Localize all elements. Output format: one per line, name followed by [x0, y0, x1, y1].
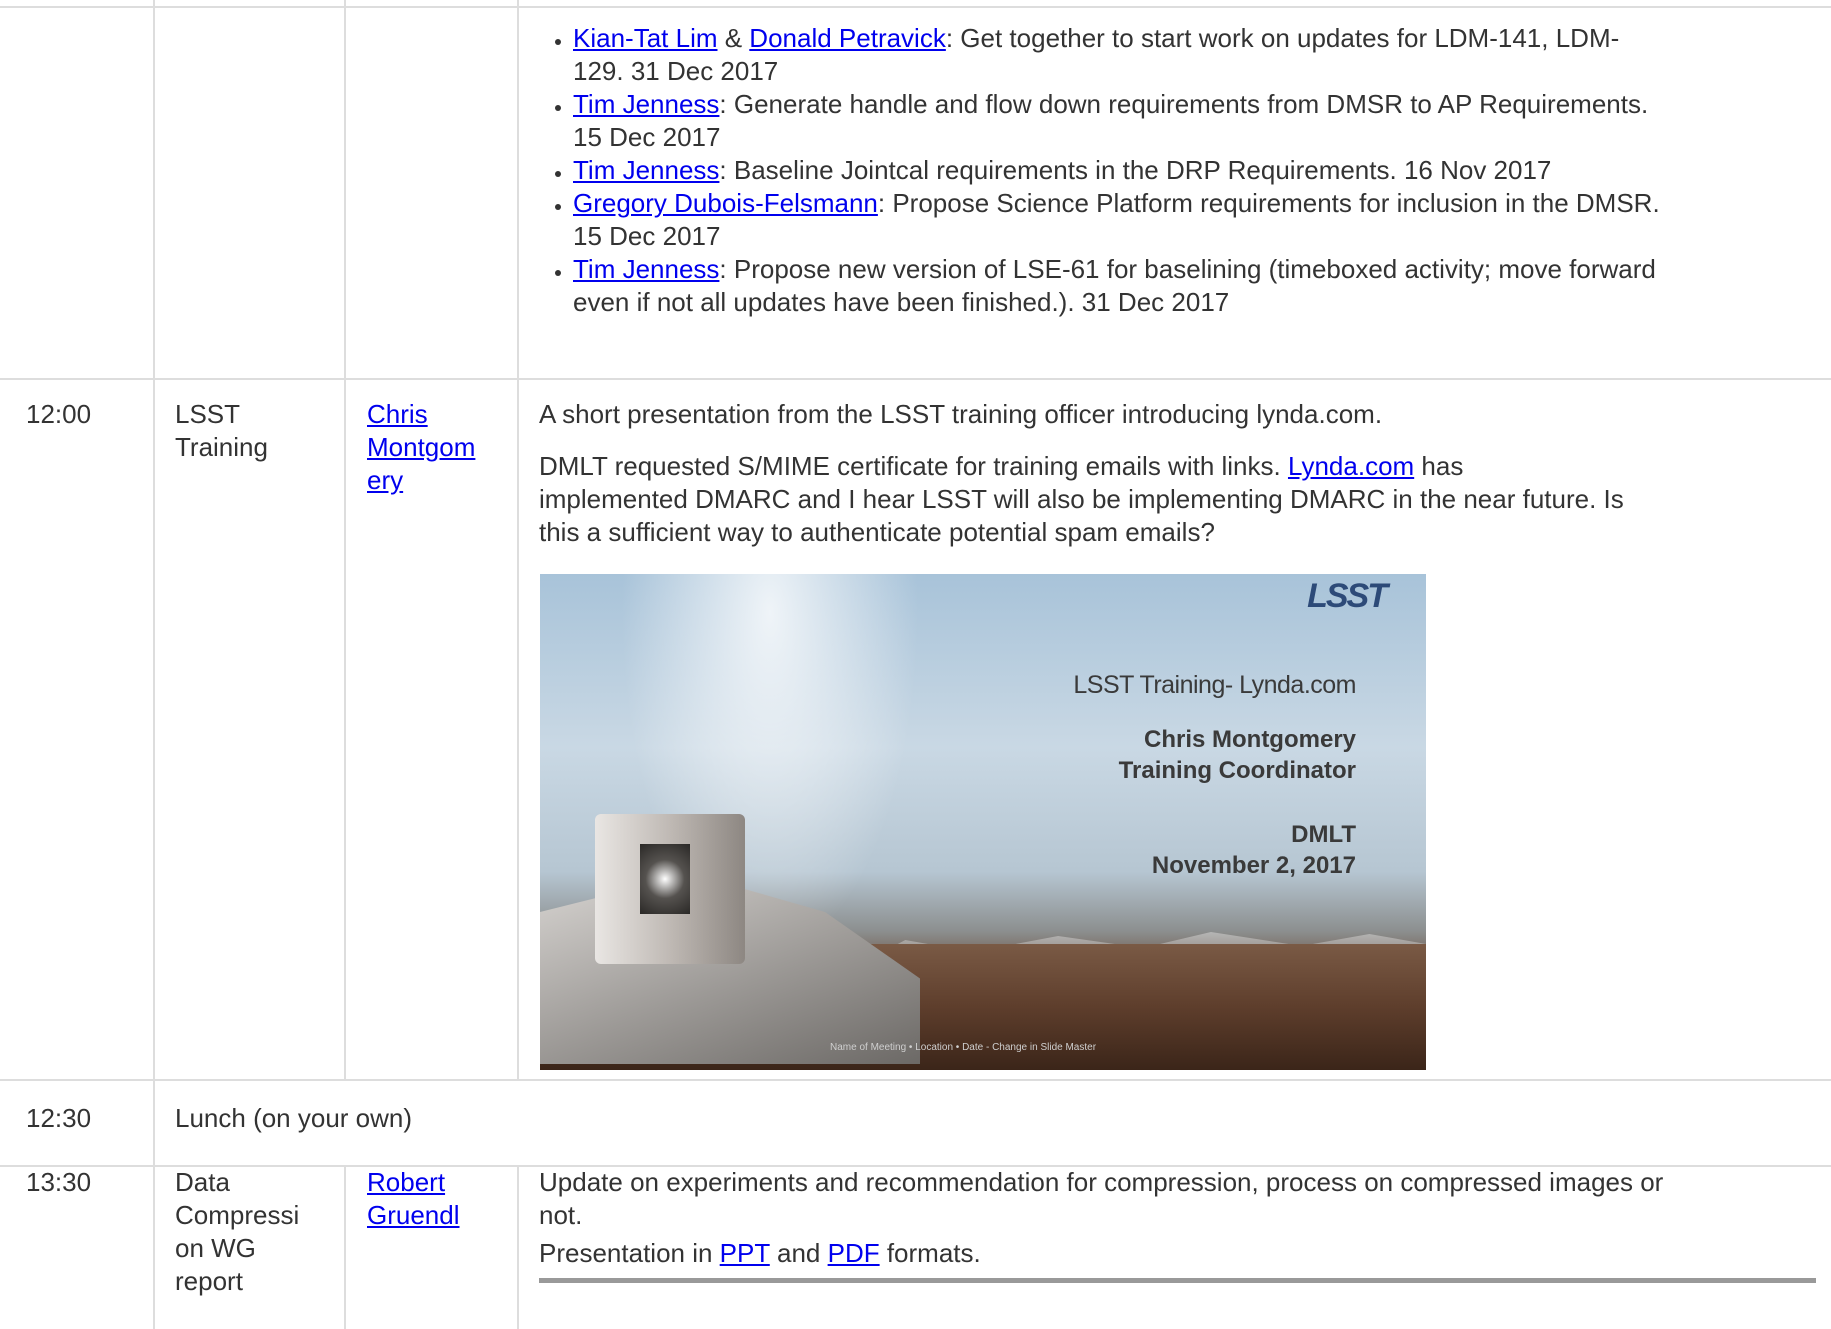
presenter-link[interactable]: Robert Gruendl [367, 1166, 460, 1232]
column-divider-time [153, 0, 155, 1329]
lunch-cell: Lunch (on your own) [175, 1102, 412, 1135]
horizontal-rule [539, 1278, 1816, 1283]
slide-presenter: Chris Montgomery Training Coordinator [1119, 724, 1356, 786]
training-intro-text: A short presentation from the LSST train… [539, 399, 1383, 429]
action-text: : Get together to start work on updates … [945, 23, 1620, 53]
time-label: 13:30 [26, 1167, 92, 1197]
person-link[interactable]: Donald Petravick [749, 23, 946, 53]
separator-text: & [717, 23, 750, 53]
agenda-item-line: Data [175, 1167, 230, 1197]
slide-lsst-logo: LSST [1307, 577, 1388, 615]
pdf-link[interactable]: PDF [828, 1238, 880, 1268]
time-cell: 13:30 [26, 1166, 91, 1199]
presenter-cell: Chris Montgom ery [367, 398, 475, 497]
agenda-item-line: on WG [175, 1233, 256, 1263]
presentation-formats: Presentation in PPT and PDF formats. [539, 1237, 1804, 1270]
slide-telescope-opening [640, 844, 690, 914]
presenter-link-line: Montgom [367, 432, 476, 462]
column-divider-who [517, 0, 519, 1079]
slide-event-date: November 2, 2017 [1151, 852, 1356, 879]
column-divider-who-lower [344, 1165, 346, 1329]
action-item: Tim Jenness: Generate handle and flow do… [573, 88, 1831, 154]
presenter-link-line: Robert [367, 1167, 446, 1197]
time-cell: 12:30 [26, 1102, 91, 1135]
presenter-link-line: ery [367, 465, 404, 495]
person-link[interactable]: Tim Jenness [573, 89, 719, 119]
person-link[interactable]: Tim Jenness [573, 155, 719, 185]
slide-footer: Name of Meeting • Location • Date - Chan… [830, 1042, 1097, 1053]
presenter-link[interactable]: Chris Montgom ery [367, 398, 475, 497]
compression-text: not. [539, 1200, 583, 1230]
time-label: 12:00 [26, 399, 92, 429]
action-item: Kian-Tat Lim & Donald Petravick: Get tog… [573, 22, 1831, 88]
action-text: : Propose new version of LSE-61 for base… [719, 254, 1656, 284]
action-text-cont: 15 Dec 2017 [573, 221, 721, 251]
agenda-item-cell: LSST Training [175, 398, 268, 464]
dmlt-paragraph: DMLT requested S/MIME certificate for tr… [539, 450, 1804, 549]
person-link[interactable]: Gregory Dubois-Felsmann [573, 188, 878, 218]
slide-title: LSST Training- Lynda.com [1073, 671, 1356, 699]
row-divider-1 [0, 378, 1831, 380]
formats-text: Presentation in [539, 1238, 720, 1268]
compression-description: Update on experiments and recommendation… [539, 1166, 1804, 1232]
action-item: Tim Jenness: Baseline Jointcal requireme… [573, 154, 1831, 187]
agenda-item-line: report [175, 1266, 243, 1296]
agenda-item-line: LSST [175, 399, 241, 429]
agenda-item-line: Compressi [175, 1200, 300, 1230]
column-divider-notes-lower [517, 1165, 519, 1329]
agenda-item-line: Training [175, 432, 268, 462]
training-slide-image: LSST LSST Training- Lynda.com Chris Mont… [540, 574, 1426, 1070]
slide-event: DMLT November 2, 2017 [1152, 819, 1356, 881]
action-items-list: Kian-Tat Lim & Donald Petravick: Get tog… [533, 22, 1831, 319]
person-link[interactable]: Kian-Tat Lim [573, 23, 718, 53]
time-cell: 12:00 [26, 398, 91, 431]
ppt-link[interactable]: PPT [720, 1238, 770, 1268]
compression-text: Update on experiments and recommendation… [539, 1167, 1664, 1197]
table-top-border [0, 6, 1831, 8]
presenter-link-line: Gruendl [367, 1200, 460, 1230]
column-divider-item [344, 0, 346, 1079]
presenter-link-line: Chris [367, 399, 428, 429]
training-intro: A short presentation from the LSST train… [539, 398, 1804, 431]
lunch-label: Lunch (on your own) [175, 1103, 413, 1133]
dmlt-text: implemented DMARC and I hear LSST will a… [539, 484, 1624, 514]
action-item: Tim Jenness: Propose new version of LSE-… [573, 253, 1831, 319]
action-text-cont: even if not all updates have been finish… [573, 287, 1230, 317]
time-label: 12:30 [26, 1103, 92, 1133]
dmlt-text: has [1414, 451, 1464, 481]
lynda-link[interactable]: Lynda.com [1288, 451, 1414, 481]
action-text: : Propose Science Platform requirements … [877, 188, 1660, 218]
agenda-item-cell: Data Compressi on WG report [175, 1166, 299, 1298]
slide-presenter-name: Chris Montgomery [1143, 726, 1356, 753]
action-text-cont: 15 Dec 2017 [573, 122, 721, 152]
slide-event-name: DMLT [1291, 821, 1356, 848]
slide-presenter-role: Training Coordinator [1118, 757, 1356, 784]
action-text: : Baseline Jointcal requirements in the … [719, 155, 1552, 185]
formats-text: formats. [879, 1238, 981, 1268]
action-text: : Generate handle and flow down requirem… [719, 89, 1649, 119]
formats-text: and [769, 1238, 828, 1268]
presenter-cell: Robert Gruendl [367, 1166, 460, 1232]
action-text-cont: 129. 31 Dec 2017 [573, 56, 779, 86]
dmlt-text: DMLT requested S/MIME certificate for tr… [539, 451, 1288, 481]
person-link[interactable]: Tim Jenness [573, 254, 719, 284]
action-item: Gregory Dubois-Felsmann: Propose Science… [573, 187, 1831, 253]
row-divider-2 [0, 1079, 1831, 1081]
dmlt-text: this a sufficient way to authenticate po… [539, 517, 1215, 547]
